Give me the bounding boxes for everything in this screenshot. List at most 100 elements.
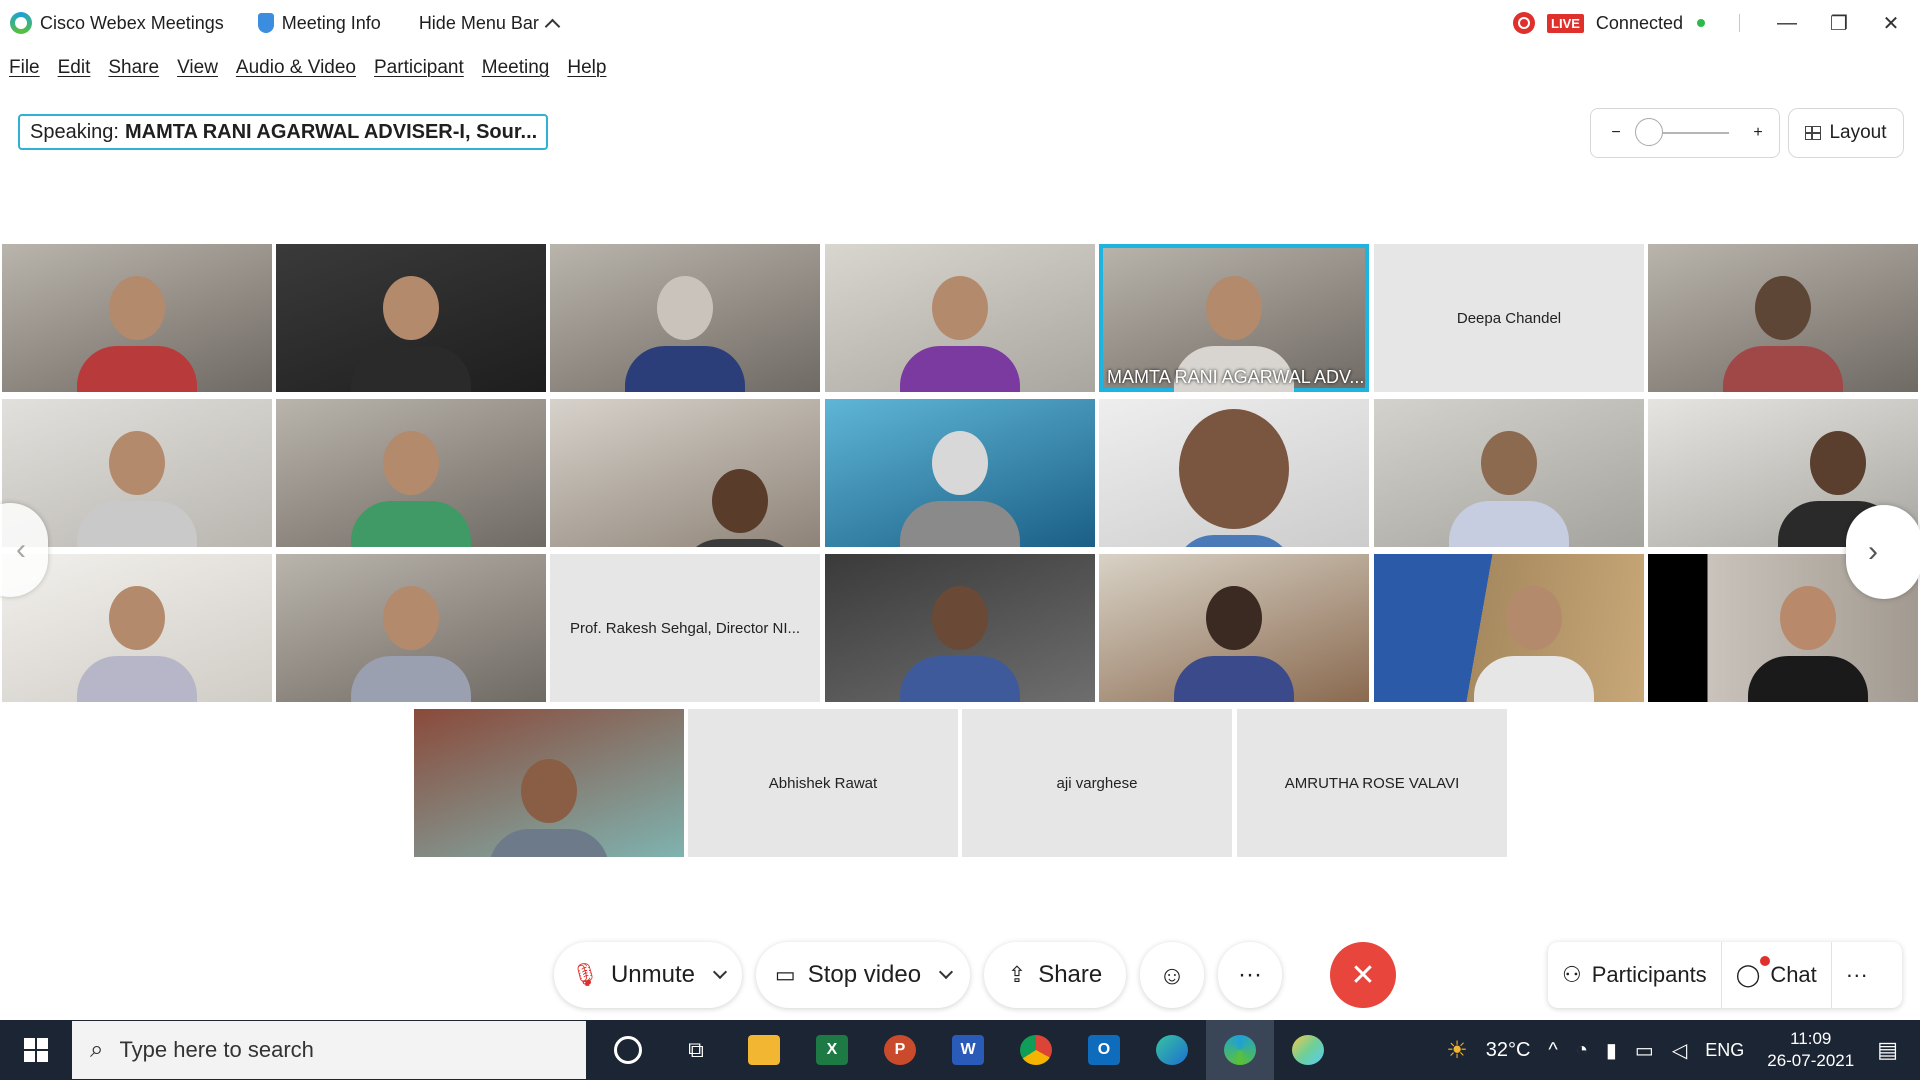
end-meeting-button[interactable]: ✕ [1330,942,1396,1008]
video-tile[interactable] [550,244,820,392]
video-tile[interactable] [1099,399,1369,547]
weather-icon[interactable]: ☀ [1446,1036,1468,1065]
video-tile[interactable] [1648,244,1918,392]
participant-name: Prof. Rakesh Sehgal, Director NI... [569,619,801,637]
video-tile[interactable] [276,554,546,702]
restore-button[interactable]: ❐ [1816,3,1862,43]
chrome-button[interactable] [1002,1020,1070,1080]
file-explorer-button[interactable] [730,1020,798,1080]
windows-logo-icon [24,1038,48,1062]
zoom-out-icon[interactable]: − [1605,124,1627,142]
participant-video [900,276,1020,392]
participant-video [351,276,471,392]
menu-edit[interactable]: Edit [58,57,91,79]
video-tile[interactable] [825,554,1095,702]
video-tile[interactable] [1374,554,1644,702]
video-tile[interactable] [1374,399,1644,547]
chevron-up-icon [544,18,561,34]
participant-video [1748,586,1868,702]
zoom-slider-knob[interactable] [1635,118,1663,146]
edge-button[interactable] [1138,1020,1206,1080]
unmute-label: Unmute [610,961,695,988]
panel-buttons: ⚇ Participants ◯ Chat ··· [1548,942,1902,1008]
unmute-button[interactable]: 🎙 Unmute [554,942,742,1008]
meeting-info-button[interactable]: Meeting Info [257,13,381,34]
task-view-icon: ⧉ [688,1037,704,1062]
menu-view[interactable]: View [177,57,218,79]
outlook-button[interactable]: O [1070,1020,1138,1080]
webex-logo-icon [10,12,32,34]
menu-file[interactable]: File [9,57,40,79]
chevron-up-icon[interactable]: ^ [1548,1039,1557,1062]
participant-video [680,469,800,547]
stop-video-label: Stop video [807,961,922,988]
taskbar-search[interactable]: ⌕ Type here to search [72,1021,586,1079]
paint-icon [1292,1035,1324,1065]
video-tile-active-speaker[interactable]: MAMTA RANI AGARWAL ADV... [1099,244,1369,392]
video-tile[interactable] [550,399,820,547]
video-tile[interactable] [2,244,272,392]
participant-video [625,276,745,392]
name-tile[interactable]: aji varghese [962,709,1232,857]
video-tile[interactable] [414,709,684,857]
close-window-button[interactable]: ✕ [1868,3,1914,43]
layout-button[interactable]: Layout [1788,108,1904,158]
chrome-icon [1020,1035,1052,1065]
speaker-name: MAMTA RANI AGARWAL ADVISER-I, Sour... [124,120,538,143]
notifications-icon[interactable]: ▤ [1877,1037,1898,1063]
video-tile[interactable] [825,399,1095,547]
task-view-button[interactable]: ⧉ [662,1020,730,1080]
weather-temp[interactable]: 32°C [1486,1039,1531,1062]
name-tile[interactable]: Prof. Rakesh Sehgal, Director NI... [550,554,820,702]
menu-participant[interactable]: Participant [374,57,464,79]
menu-share[interactable]: Share [108,57,159,79]
next-page-button[interactable]: › [1846,505,1920,599]
hide-menu-bar-button[interactable]: Hide Menu Bar [419,13,561,34]
panel-more-button[interactable]: ··· [1832,942,1882,1008]
speaking-label: Speaking: [30,120,119,143]
zoom-in-icon[interactable]: + [1747,124,1769,142]
battery-icon[interactable]: ▭ [1635,1038,1654,1063]
more-options-button[interactable]: ··· [1218,942,1282,1008]
name-tile[interactable]: Abhishek Rawat [688,709,958,857]
minimize-button[interactable]: — [1764,3,1810,43]
start-button[interactable] [0,1020,72,1080]
cortana-button[interactable] [594,1020,662,1080]
paint-button[interactable] [1274,1020,1342,1080]
recording-icon[interactable] [1513,12,1536,34]
participants-button[interactable]: ⚇ Participants [1548,942,1721,1008]
participant-name: Abhishek Rawat [768,774,878,792]
reactions-button[interactable]: ☺ [1140,942,1204,1008]
smiley-icon: ☺ [1158,959,1186,990]
video-tile[interactable] [1099,554,1369,702]
clock[interactable]: 11:09 26-07-2021 [1767,1028,1854,1072]
powerpoint-icon: P [884,1035,916,1065]
video-tile[interactable] [276,244,546,392]
menu-meeting[interactable]: Meeting [482,57,550,79]
word-button[interactable]: W [934,1020,1002,1080]
powerpoint-button[interactable]: P [866,1020,934,1080]
name-tile[interactable]: Deepa Chandel [1374,244,1644,392]
share-button[interactable]: ⇪ Share [984,942,1126,1008]
microphone-icon[interactable]: ▮ [1606,1038,1617,1063]
participant-video [1474,586,1594,702]
participant-name: Deepa Chandel [1456,309,1562,327]
zoom-slider[interactable] [1635,118,1729,146]
webex-taskbar-button[interactable] [1206,1020,1274,1080]
menu-help[interactable]: Help [567,57,606,79]
close-icon: ✕ [1350,958,1376,992]
chevron-down-icon[interactable] [712,964,728,980]
menu-audio-video[interactable]: Audio & Video [236,57,356,79]
connected-dot-icon [1697,19,1705,27]
name-tile[interactable]: AMRUTHA ROSE VALAVI [1237,709,1507,857]
wifi-icon[interactable]: ◔ [1576,1039,1588,1062]
video-tile[interactable] [825,244,1095,392]
language-indicator[interactable]: ENG [1705,1040,1744,1061]
excel-button[interactable]: X [798,1020,866,1080]
chat-button[interactable]: ◯ Chat [1722,942,1831,1008]
chevron-down-icon[interactable] [939,964,954,980]
stop-video-button[interactable]: ▭ Stop video [756,942,970,1008]
clock-date: 26-07-2021 [1767,1051,1855,1070]
speaker-icon[interactable]: ◁ [1672,1038,1687,1063]
video-tile[interactable] [276,399,546,547]
